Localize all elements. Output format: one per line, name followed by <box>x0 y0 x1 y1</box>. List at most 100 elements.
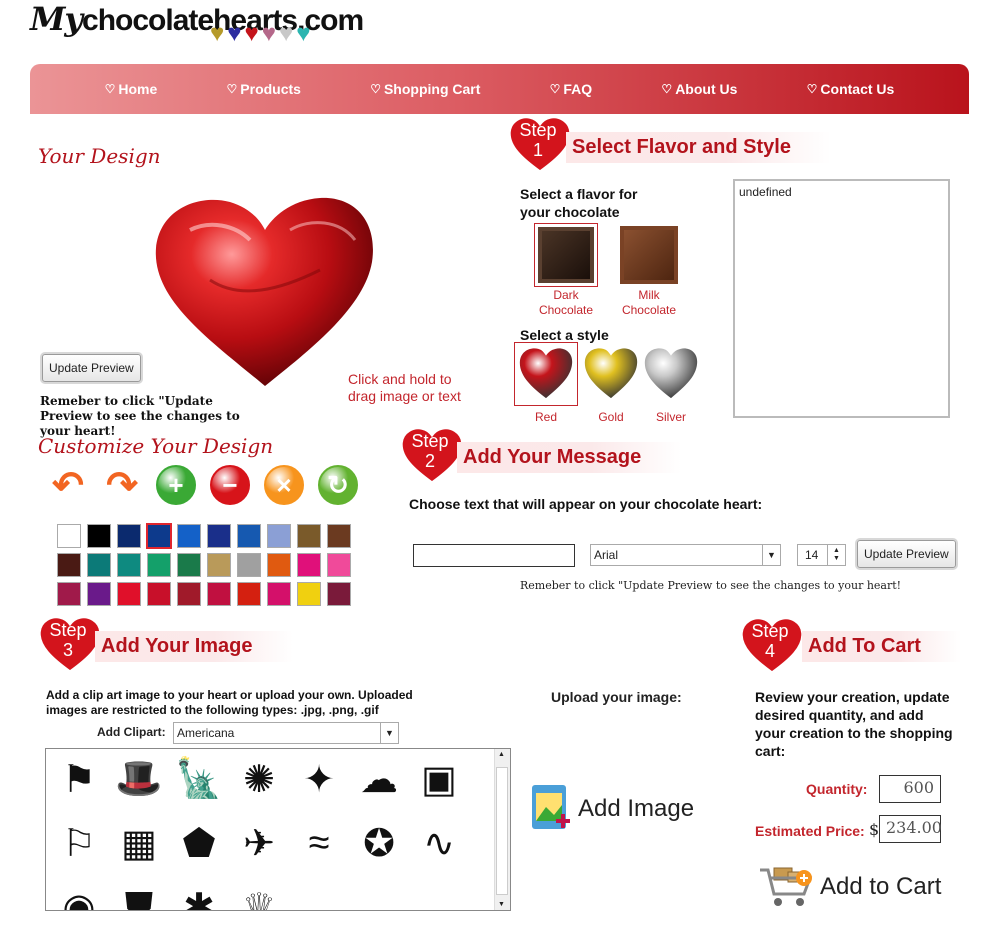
firecracker-clip[interactable]: ✦ <box>292 753 346 805</box>
heart-icon: ♡ <box>370 82 381 96</box>
step2-badge: Step 2 <box>400 427 464 488</box>
rotate-left-icon[interactable]: ↶ <box>48 465 88 507</box>
color-swatch[interactable] <box>177 524 201 548</box>
style-gold[interactable]: Gold <box>582 345 640 425</box>
color-swatch[interactable] <box>237 524 261 548</box>
heart-icon: ♡ <box>661 82 673 96</box>
statue-liberty-clip[interactable]: 🗽 <box>172 753 226 805</box>
star-circle-clip[interactable]: ✪ <box>352 817 406 869</box>
logo-heart-1: ♥ <box>227 20 242 47</box>
update-preview-button-2[interactable]: Update Preview <box>857 540 956 568</box>
quantity-input[interactable]: 600 <box>879 775 941 803</box>
nav-item-home[interactable]: ♡ Home <box>105 81 158 97</box>
heart-icon: ♡ <box>226 82 238 96</box>
color-swatch[interactable] <box>146 523 172 549</box>
color-swatch[interactable] <box>207 524 231 548</box>
flag-wavy-clip[interactable]: ⚑ <box>52 753 106 805</box>
flavor-milk[interactable] <box>620 226 678 284</box>
color-swatch[interactable] <box>147 553 171 577</box>
color-swatch[interactable] <box>267 553 291 577</box>
color-swatch[interactable] <box>57 553 81 577</box>
liberty-crown-clip[interactable]: ♕ <box>232 881 286 911</box>
message-prompt: Choose text that will appear on your cho… <box>409 496 763 512</box>
color-swatch[interactable] <box>117 524 141 548</box>
flavor-milk-label: Milk Chocolate <box>621 288 677 317</box>
heart-icon: ♡ <box>549 82 561 96</box>
color-swatch[interactable] <box>297 582 321 606</box>
drag-hint: Click and hold to drag image or text <box>348 371 461 404</box>
eagle-clip[interactable]: ✈ <box>232 817 286 869</box>
add-image-button[interactable]: Add Image <box>530 783 694 835</box>
color-swatch[interactable] <box>327 524 351 548</box>
step4-badge: Step 4 <box>740 617 804 678</box>
site-logo[interactable]: Mychocolatehearts.com <box>30 0 364 38</box>
clipart-select[interactable]: Americana ▼ <box>173 722 399 744</box>
logo-heart-3: ♥ <box>261 20 276 47</box>
nav-item-about-us[interactable]: ♡ About Us <box>661 81 737 97</box>
font-size-stepper[interactable]: 14 ▲ ▼ <box>797 544 846 566</box>
color-swatch[interactable] <box>327 553 351 577</box>
color-swatch[interactable] <box>297 553 321 577</box>
step1-title: Select Flavor and Style <box>566 132 831 163</box>
cart-icon <box>760 867 813 906</box>
style-red[interactable]: Red <box>517 345 575 425</box>
flag-clip[interactable]: ⚐ <box>52 817 106 869</box>
zoom-in-icon[interactable]: + <box>156 465 196 505</box>
fireworks-clip[interactable]: ✺ <box>232 753 286 805</box>
usa-flag-map-clip[interactable]: ▦ <box>112 817 166 869</box>
update-preview-button[interactable]: Update Preview <box>42 354 141 382</box>
chevron-down-icon: ▼ <box>762 545 780 565</box>
nav-item-faq[interactable]: ♡ FAQ <box>550 81 593 97</box>
nav-item-shopping-cart[interactable]: ♡ Shopping Cart <box>370 81 480 97</box>
zoom-out-icon[interactable]: − <box>210 465 250 505</box>
scrollbar[interactable]: ▲ ▼ <box>494 749 510 910</box>
color-swatch[interactable] <box>267 582 291 606</box>
price-label: Estimated Price: <box>755 823 865 839</box>
color-swatch[interactable] <box>327 582 351 606</box>
color-swatch[interactable] <box>147 582 171 606</box>
color-swatch[interactable] <box>267 524 291 548</box>
color-swatch[interactable] <box>237 582 261 606</box>
color-swatch[interactable] <box>207 553 231 577</box>
flavor-dark-label: Dark Chocolate <box>538 288 594 317</box>
uncle-sam-hat-clip[interactable]: 🎩 <box>112 753 166 805</box>
font-select[interactable]: Arial ▼ <box>590 544 781 566</box>
color-swatch[interactable] <box>87 553 111 577</box>
color-swatch[interactable] <box>297 524 321 548</box>
balloons-clip[interactable]: ☁ <box>352 753 406 805</box>
style-silver[interactable]: Silver <box>642 345 700 425</box>
tennessee-clip[interactable]: ✱ <box>172 881 226 911</box>
message-input[interactable] <box>413 544 575 567</box>
seal-clip[interactable]: ◉ <box>52 881 106 911</box>
delete-icon[interactable]: × <box>264 465 304 505</box>
route-66-clip[interactable]: ⛊ <box>112 881 166 911</box>
flag-ribbon-clip[interactable]: ≈ <box>292 817 346 869</box>
chevron-down-icon: ▼ <box>380 723 398 743</box>
style-label: Gold <box>598 410 624 424</box>
color-swatch[interactable] <box>57 524 81 548</box>
clipart-gallery: ▲ ▼ ⚑ 🎩 🗽 ✺ ✦ ☁ ▣ ⚐ ▦ ⬟ ✈ ≈ ✪ ∿ ◉ ⛊ ✱ ♕ <box>45 748 511 911</box>
color-swatch[interactable] <box>57 582 81 606</box>
quantity-label: Quantity: <box>806 781 868 797</box>
color-swatch[interactable] <box>87 582 111 606</box>
ribbon-clip[interactable]: ∿ <box>412 817 466 869</box>
usa-map-clip[interactable]: ⬟ <box>172 817 226 869</box>
heart-preview[interactable] <box>150 190 380 390</box>
nav-item-products[interactable]: ♡ Products <box>227 81 301 97</box>
color-swatch[interactable] <box>87 524 111 548</box>
color-swatch[interactable] <box>117 553 141 577</box>
style-label: Silver <box>655 410 686 424</box>
nav-item-contact-us[interactable]: ♡ Contact Us <box>807 81 895 97</box>
color-swatch[interactable] <box>177 553 201 577</box>
add-to-cart-button[interactable]: Add to Cart <box>758 864 941 910</box>
refresh-icon[interactable]: ↻ <box>318 465 358 505</box>
declaration-clip[interactable]: ▣ <box>412 753 466 805</box>
color-swatch[interactable] <box>177 582 201 606</box>
color-swatch[interactable] <box>117 582 141 606</box>
rotate-right-icon[interactable]: ↷ <box>102 465 142 507</box>
color-swatch[interactable] <box>207 582 231 606</box>
flavor-dark[interactable] <box>534 223 598 287</box>
preview-textarea[interactable]: undefined <box>733 179 950 418</box>
upload-label: Upload your image: <box>551 689 682 705</box>
color-swatch[interactable] <box>237 553 261 577</box>
